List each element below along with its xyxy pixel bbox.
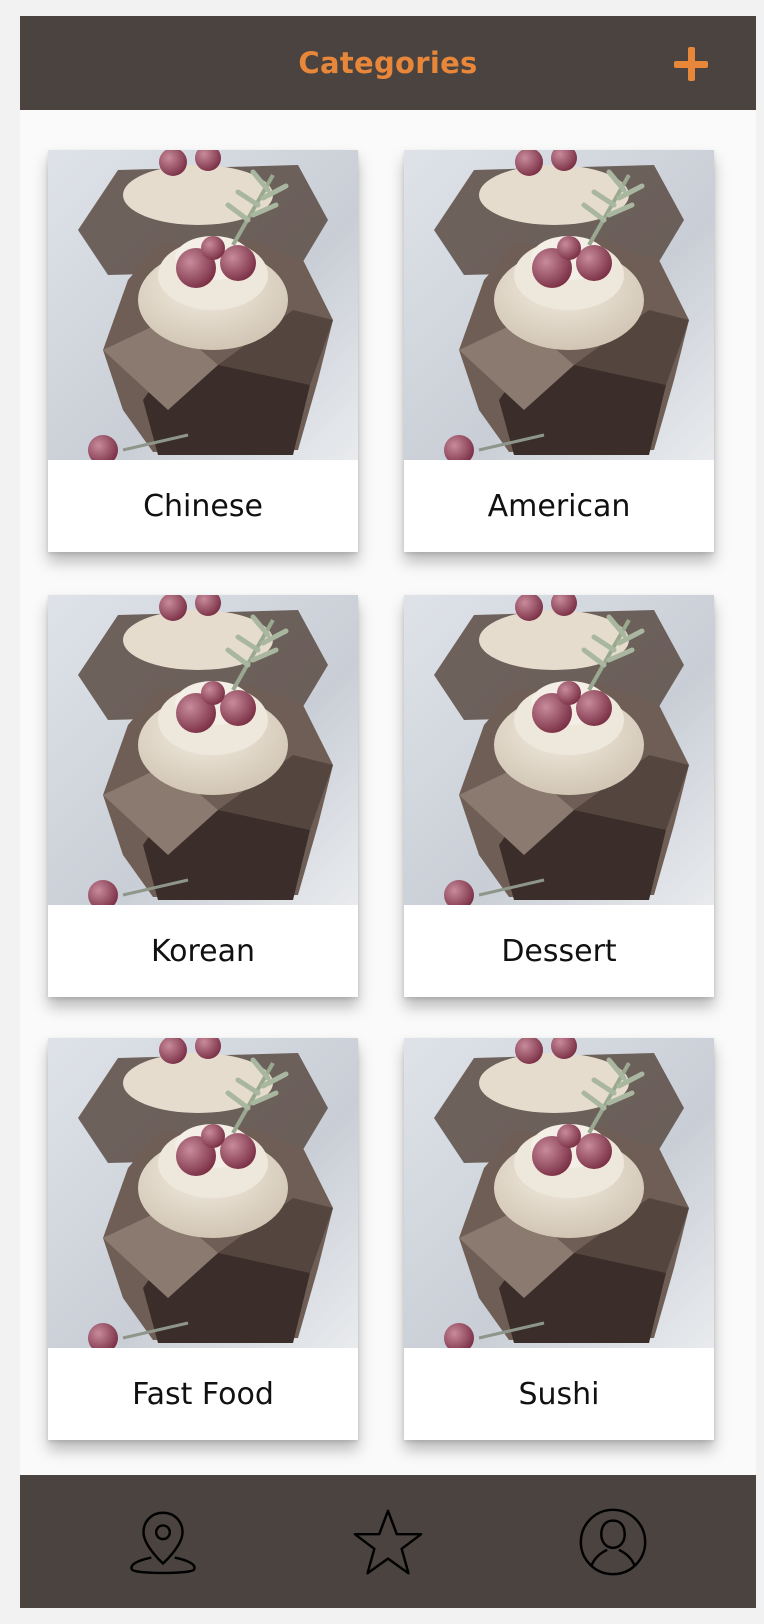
category-card[interactable]: Korean	[48, 595, 358, 997]
category-image	[404, 150, 714, 460]
category-image	[404, 595, 714, 905]
top-bar: Categories	[20, 16, 756, 110]
category-card[interactable]: Fast Food	[48, 1038, 358, 1440]
category-label: American	[487, 488, 631, 524]
category-card[interactable]: American	[404, 150, 714, 552]
profile-icon	[579, 1508, 647, 1576]
category-image	[48, 1038, 358, 1348]
category-label: Fast Food	[132, 1376, 274, 1412]
category-card[interactable]: Chinese	[48, 150, 358, 552]
category-label: Korean	[150, 933, 256, 969]
category-card[interactable]: Sushi	[404, 1038, 714, 1440]
category-label: Sushi	[518, 1376, 600, 1412]
category-image	[48, 150, 358, 460]
category-label: Chinese	[143, 488, 263, 524]
map-pin-icon	[130, 1511, 196, 1575]
star-icon	[353, 1509, 423, 1575]
category-image	[48, 595, 358, 905]
category-image	[404, 1038, 714, 1348]
bottom-tab-bar	[20, 1475, 756, 1608]
add-category-button[interactable]	[674, 47, 708, 81]
app-screen: Categories Chinese American Korean Dessert F…	[20, 16, 756, 1608]
page-title: Categories	[298, 46, 478, 80]
category-card[interactable]: Dessert	[404, 595, 714, 997]
tab-location[interactable]	[118, 1497, 208, 1587]
category-label: Dessert	[501, 933, 617, 969]
category-grid: Chinese American Korean Dessert Fast Food Sus…	[20, 110, 756, 1490]
tab-profile[interactable]	[568, 1497, 658, 1587]
tab-favorites[interactable]	[343, 1497, 433, 1587]
